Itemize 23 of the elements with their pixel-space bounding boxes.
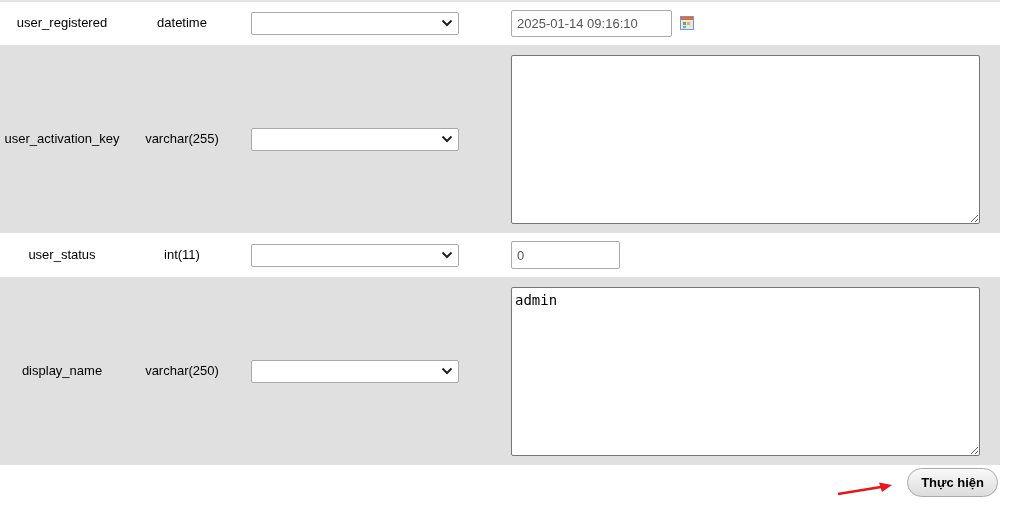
field-type: datetime (157, 14, 207, 33)
text-area[interactable]: admin (511, 286, 980, 456)
function-select[interactable] (251, 243, 459, 267)
calendar-icon[interactable] (680, 16, 694, 30)
chevron-down-icon (441, 135, 453, 143)
function-select[interactable] (251, 127, 459, 151)
text-area[interactable] (511, 54, 980, 224)
function-select[interactable] (251, 11, 459, 35)
field-name: user_activation_key (4, 130, 120, 149)
chevron-down-icon (441, 251, 453, 259)
datetime-field[interactable]: 2025-01-14 09:16:10 (511, 9, 672, 37)
field-name: display_name (21, 362, 103, 381)
field-type: varchar(255) (145, 130, 219, 149)
arrow-icon (837, 481, 894, 496)
chevron-down-icon (441, 19, 453, 27)
chevron-down-icon (441, 367, 453, 375)
field-name: user_status (28, 246, 96, 265)
field-type: varchar(250) (145, 362, 219, 381)
field-type: int(11) (164, 246, 200, 265)
field-name: user_registered (16, 14, 108, 33)
function-select[interactable] (251, 359, 459, 383)
submit-button[interactable]: Thực hiện (907, 468, 998, 497)
number-field[interactable]: 0 (511, 241, 620, 269)
